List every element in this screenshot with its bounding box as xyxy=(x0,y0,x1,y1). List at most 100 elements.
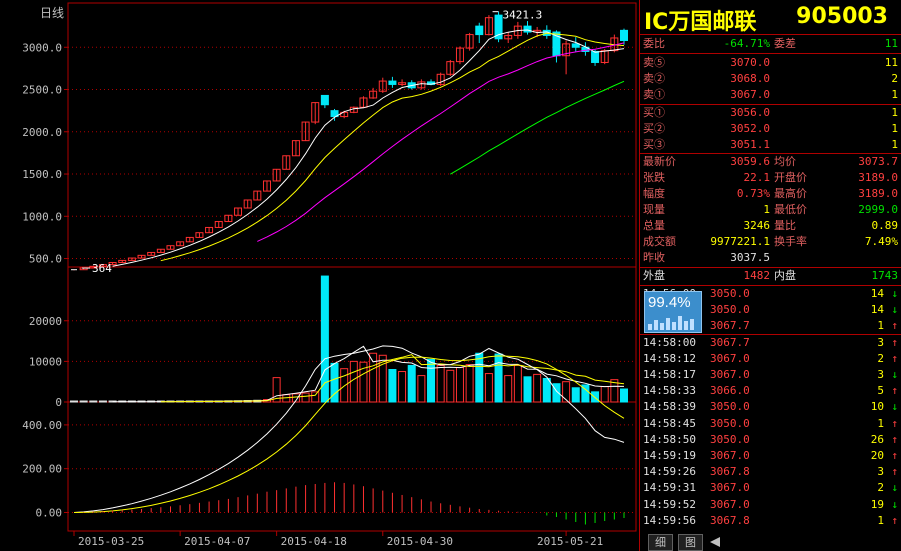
commission-row: 委比 -64.71% 委差 11 xyxy=(640,36,901,52)
tick-price: 3066.0 xyxy=(710,384,750,398)
tick-price: 3067.0 xyxy=(710,481,750,495)
commission-diff-value: 11 xyxy=(884,37,898,50)
candle-down xyxy=(571,43,580,48)
tick-volume: 2 xyxy=(877,351,884,365)
arrow-down-icon: ↓ xyxy=(891,287,898,300)
volume-bar xyxy=(600,386,609,403)
outer-inner-row: 外盘 1482 内盘 1743 xyxy=(640,268,901,284)
tick-price: 3050.0 xyxy=(710,287,750,300)
stat-label: 最低价 xyxy=(774,203,807,216)
tick-price: 3067.0 xyxy=(710,449,750,462)
tick-volume: 3 xyxy=(877,368,884,381)
date-label: 2015-05-21 xyxy=(537,535,603,548)
bid-row: 买③ 3051.1 1 xyxy=(640,137,901,153)
volume-bar xyxy=(513,364,522,403)
volume-bar xyxy=(455,366,464,403)
tick-row[interactable]: 14:58:33 3066.0 5 ↑ xyxy=(640,383,901,399)
tick-row[interactable]: 14:58:12 3067.0 2 ↑ xyxy=(640,351,901,367)
ask-level-label: 卖⑤ xyxy=(643,56,665,69)
volume-bar xyxy=(484,373,493,403)
stat-row: 最新价 3059.6 均价 3073.7 xyxy=(640,154,901,170)
tick-row[interactable]: 14:58:50 3050.0 26 ↑ xyxy=(640,432,901,448)
bid-price: 3052.0 xyxy=(730,122,770,135)
price-axis-label: 1000.0 xyxy=(22,210,62,223)
volume-bar xyxy=(301,392,310,403)
tick-time: 14:59:26 xyxy=(643,465,696,479)
price-axis-label: 500.0 xyxy=(29,253,62,266)
stat-value: 3059.6 xyxy=(730,155,770,168)
tab-arrow-icon[interactable] xyxy=(710,537,722,547)
volume-bar xyxy=(475,352,484,403)
security-title-bar: IC万国邮联 905003 xyxy=(640,0,901,35)
stat-value: 22.1 xyxy=(743,171,771,184)
tick-row[interactable]: 14:58:45 3050.0 1 ↑ xyxy=(640,416,901,432)
price-axis-label: 2000.0 xyxy=(22,126,62,139)
candle-down xyxy=(320,94,329,106)
tick-row[interactable]: 14:58:00 3067.7 3 ↑ xyxy=(640,335,901,351)
ask-price: 3067.0 xyxy=(730,88,770,101)
bid-level-label: 买③ xyxy=(643,138,665,151)
inner-label: 内盘 xyxy=(774,269,796,282)
bid-volume: 1 xyxy=(891,138,898,151)
tick-row[interactable]: 14:58:17 3067.0 3 ↓ xyxy=(640,367,901,383)
kline-chart[interactable]: 日线 3000.0 2500.0 2000.0 1500.0 1000.0 500.0 342… xyxy=(0,0,638,551)
tick-row[interactable]: 14:58:39 3050.0 10 ↓ xyxy=(640,399,901,415)
candle-down xyxy=(475,25,484,36)
tick-row[interactable]: 14:59:56 3067.8 1 ↑ xyxy=(640,513,901,529)
volume-bar xyxy=(465,364,474,403)
dea-line xyxy=(73,355,625,513)
tick-volume: 14 xyxy=(870,287,884,300)
volume-bar xyxy=(494,353,503,403)
tick-time: 14:59:56 xyxy=(643,513,696,527)
ask-level-label: 卖② xyxy=(643,72,665,85)
tick-row[interactable]: 14:59:52 3067.0 19 ↓ xyxy=(640,497,901,513)
tick-price: 3067.8 xyxy=(710,465,750,479)
tab-detail[interactable]: 细 xyxy=(648,534,673,551)
arrow-up-icon: ↑ xyxy=(891,351,898,365)
tick-time: 14:59:52 xyxy=(643,497,696,511)
indicator-axis-label: 400.00 xyxy=(22,419,62,432)
volume-bar xyxy=(398,371,407,403)
tick-row[interactable]: 14:59:26 3067.8 3 ↑ xyxy=(640,464,901,480)
volume-bar xyxy=(562,381,571,403)
tab-chart[interactable]: 图 xyxy=(678,534,703,551)
tick-time: 14:58:39 xyxy=(643,400,696,414)
tick-time: 14:58:50 xyxy=(643,432,696,446)
arrow-down-icon: ↓ xyxy=(891,497,898,511)
tick-row[interactable]: 14:59:19 3067.0 20 ↑ xyxy=(640,448,901,464)
arrow-up-icon: ↑ xyxy=(891,432,898,446)
price-axis-label: 2500.0 xyxy=(22,84,62,97)
stat-label: 换手率 xyxy=(774,235,807,248)
commission-ratio-value: -64.71% xyxy=(723,37,770,50)
bar-graph-icon xyxy=(648,316,694,330)
tick-volume: 26 xyxy=(870,432,884,446)
tick-volume: 1 xyxy=(877,319,884,333)
ask-volume: 2 xyxy=(891,72,898,85)
period-label: 日线 xyxy=(40,6,64,20)
bid-row: 买② 3052.0 1 xyxy=(640,121,901,137)
bid-row: 买① 3056.0 1 xyxy=(640,105,901,121)
tick-price: 3067.0 xyxy=(710,497,750,511)
badge-percent: 99.4% xyxy=(648,294,691,311)
volume-bar xyxy=(349,360,358,403)
tick-time: 14:58:17 xyxy=(643,368,696,381)
progress-badge[interactable]: 99.4% xyxy=(644,291,702,333)
stat-value: 7.49% xyxy=(864,235,898,248)
tick-row[interactable]: 14:59:31 3067.0 2 ↓ xyxy=(640,480,901,496)
stat-value: 9977221.1 xyxy=(710,235,770,248)
kline-chart-area[interactable]: 日线 3000.0 2500.0 2000.0 1500.0 1000.0 500.0 342… xyxy=(0,0,638,551)
date-label: 2015-04-18 xyxy=(281,535,347,548)
volume-bar xyxy=(79,400,88,403)
volume-bar xyxy=(533,373,542,403)
stat-value: 3189.0 xyxy=(858,171,898,184)
stat-row: 昨收 3037.5 xyxy=(640,250,901,266)
volume-bar xyxy=(388,369,397,403)
volume-bar xyxy=(523,376,532,403)
tick-volume: 2 xyxy=(877,481,884,495)
inner-value: 1743 xyxy=(871,269,899,282)
tick-time: 14:58:00 xyxy=(643,335,696,349)
arrow-up-icon: ↑ xyxy=(891,335,898,349)
volume-axis-label: 10000 xyxy=(29,355,62,368)
price-axis-label: 3000.0 xyxy=(22,41,62,54)
high-price-annotation: 3421.3 xyxy=(503,9,543,22)
